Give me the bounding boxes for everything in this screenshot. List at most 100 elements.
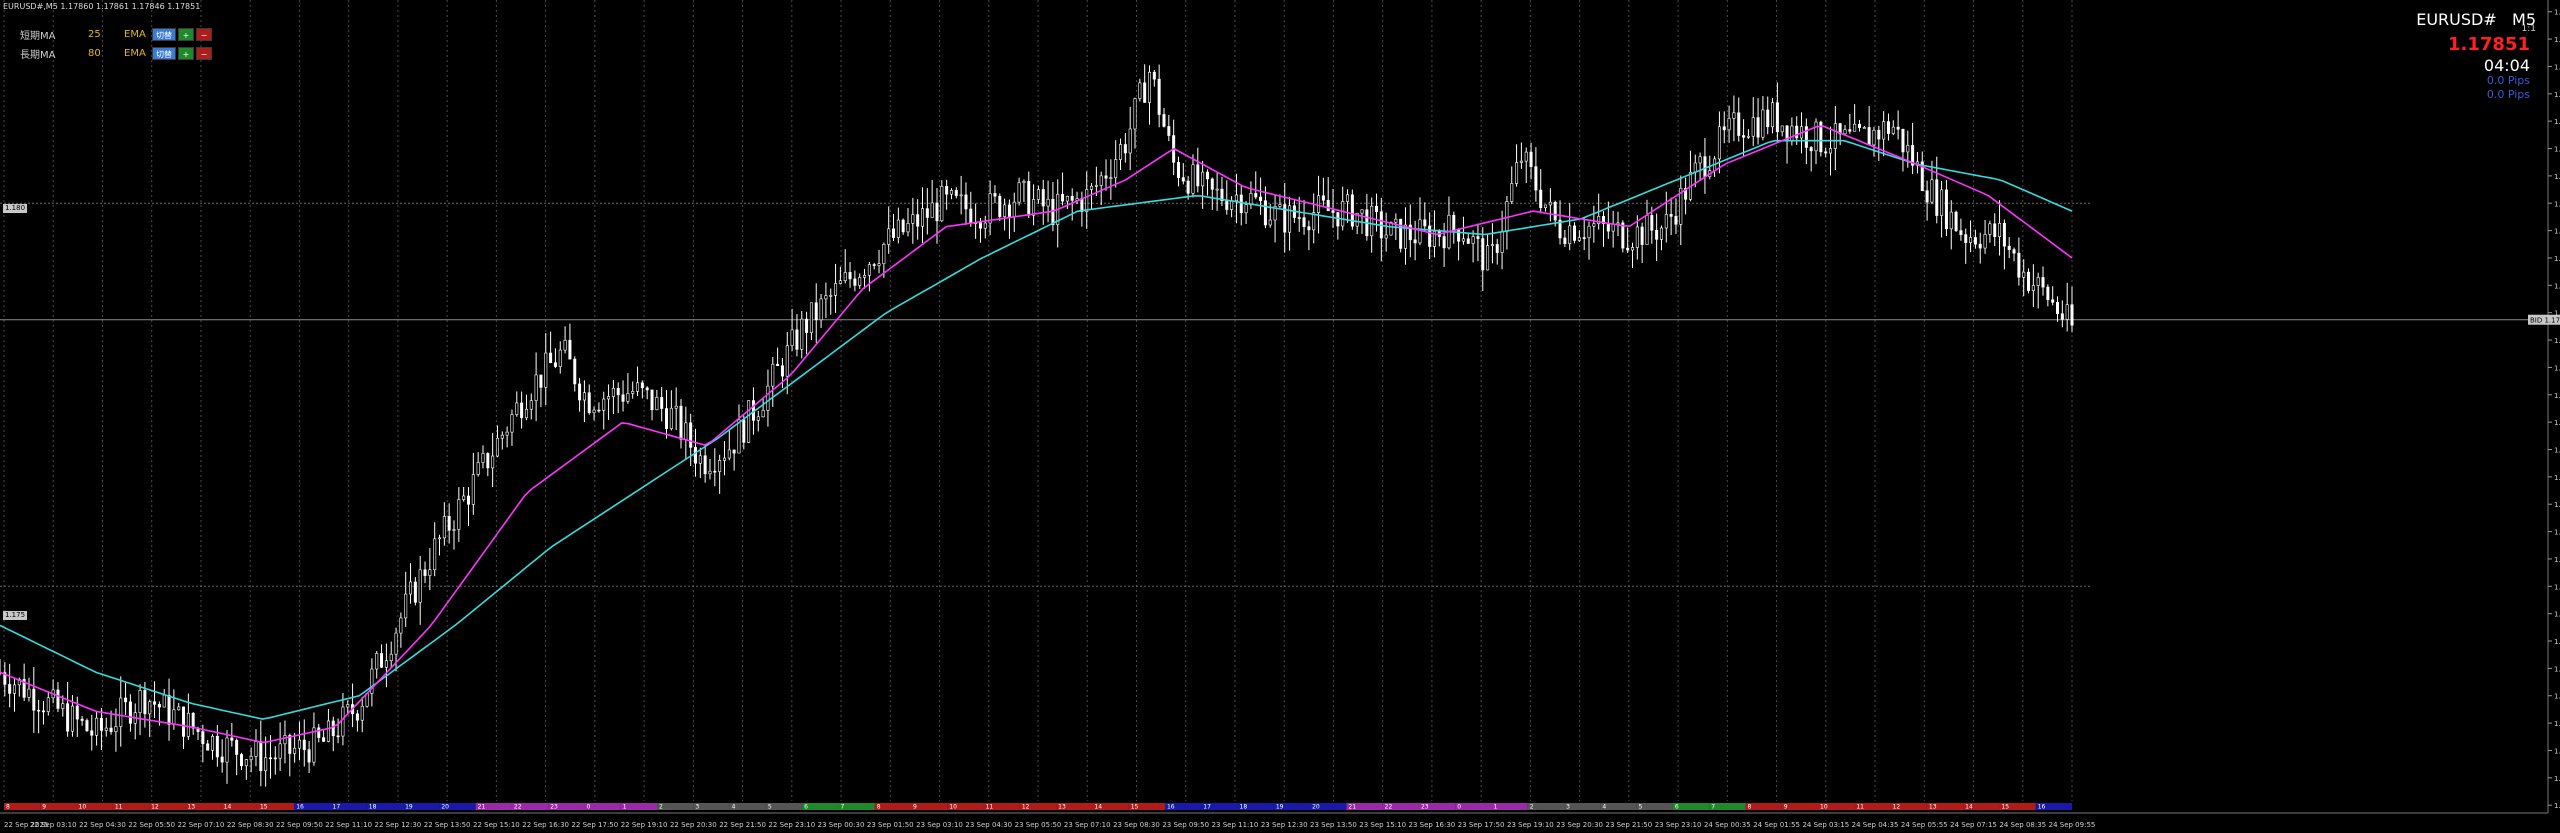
candle-body [766, 385, 770, 411]
candle-body [722, 457, 726, 461]
candle-body [1935, 179, 1939, 216]
time-tick-label: 23 Sep 11:10 [1212, 821, 1259, 829]
hour-label: 17 [333, 804, 341, 811]
price-tick-label: 1.18105 [2554, 118, 2560, 126]
candle-body [877, 263, 881, 266]
candle-body [838, 280, 842, 284]
candle-body [1901, 128, 1905, 153]
candle-body [718, 460, 722, 472]
session-hour-bar: 8 9 10 11 12 13 14 15 16 17 18 19 20 21 22 23 0 1 2 3 4 5 6 7 8 9… [4, 803, 2072, 811]
time-tick-label: 22 Sep 07:10 [178, 821, 225, 829]
candle-body [872, 264, 876, 266]
candle-body [466, 495, 470, 505]
price-tick-label: 1.18070 [2554, 146, 2560, 154]
price-tick-label: 1.17440 [2554, 638, 2560, 646]
candle-body [119, 697, 123, 727]
candle-body [341, 706, 345, 737]
chart-window[interactable]: 22 Sep 2025 22 Sep 03:10 22 Sep 04:30 22 Se… [0, 0, 2560, 833]
candle-body [1205, 171, 1209, 180]
candle-body [776, 363, 780, 367]
candle-body [544, 352, 548, 388]
candle-body [380, 653, 384, 668]
candle-body [1466, 238, 1470, 244]
level-label-high: 1.180 [3, 204, 28, 213]
candle-body [1524, 151, 1528, 162]
hour-label: 14 [1965, 804, 1973, 811]
candle-body [640, 382, 644, 389]
ma-row-long: 長期MA 80 EMA 切替 + − [20, 46, 214, 61]
time-tick-label: 22 Sep 05:50 [128, 821, 175, 829]
ma-decrease-button[interactable]: − [196, 46, 212, 60]
hour-label: 16 [1167, 804, 1175, 811]
ma-period[interactable]: 80 [88, 48, 124, 59]
candle-body [46, 697, 50, 712]
ma-increase-button[interactable]: + [178, 46, 194, 60]
price-chart[interactable]: 22 Sep 202522 Sep 03:10 22 Sep 04:30 22 Se… [0, 0, 2560, 833]
ma-row-short: 短期MA 25 EMA 切替 + − [20, 27, 214, 42]
candle-body [2060, 313, 2064, 320]
candle-body [1104, 175, 1108, 179]
candle-body [1481, 238, 1485, 271]
ma-decrease-button[interactable]: − [196, 27, 212, 41]
candle-body [235, 740, 239, 755]
candle-body [225, 737, 229, 763]
candle-body [1722, 126, 1726, 131]
candle-body [607, 396, 611, 400]
candle-body [703, 455, 707, 475]
candle-body [186, 712, 190, 737]
candle-body [61, 703, 65, 709]
candle-body [761, 410, 765, 418]
candle-body [1268, 219, 1272, 226]
hour-label: 9 [913, 804, 917, 811]
bid-price-tag: BID 1.17851 [2528, 314, 2560, 325]
hour-label: 22 [1385, 804, 1393, 811]
candle-body [1230, 200, 1234, 210]
candle-body [983, 222, 987, 229]
price-tick-label: 1.17405 [2554, 665, 2560, 673]
ma-toggle-button[interactable]: 切替 [152, 46, 176, 60]
candle-body [930, 202, 934, 218]
candle-body [1983, 234, 1987, 249]
hour-label: 19 [405, 804, 413, 811]
candle-body [394, 632, 398, 655]
candle-body [1476, 236, 1480, 239]
candle-body [1824, 151, 1828, 154]
level-label-low: 1.175 [3, 611, 28, 620]
candle-body [621, 394, 625, 402]
ma-increase-button[interactable]: + [178, 27, 194, 41]
candle-body [1853, 123, 1857, 132]
candle-body [2007, 245, 2011, 250]
symbol-name: EURUSD# [2416, 10, 2497, 29]
candle-body [756, 416, 760, 421]
price-tick-label: 1.18000 [2554, 200, 2560, 208]
candle-body [1133, 98, 1137, 130]
ma-period[interactable]: 25 [88, 29, 124, 40]
candle-body [1988, 223, 1992, 235]
candle-body [75, 705, 79, 720]
price-tick-label: 1.17510 [2554, 583, 2560, 591]
candle-body [1582, 237, 1586, 239]
ma-type[interactable]: EMA [124, 29, 152, 40]
candle-body [674, 405, 678, 409]
ma-toggle-button[interactable]: 切替 [152, 27, 176, 41]
candle-body [1717, 126, 1721, 160]
candle-body [326, 720, 330, 742]
hour-label: 9 [42, 804, 46, 811]
candle-body [834, 283, 838, 296]
candle-body [800, 318, 804, 350]
pips-readout: 0.0 Pips [2486, 88, 2530, 101]
chart-header: EURUSD#,M5 1.17860 1.17861 1.17846 1.178… [3, 2, 200, 11]
candle-body [1587, 225, 1591, 239]
hour-label: 23 [1421, 804, 1429, 811]
candle-body [1225, 200, 1229, 210]
candle-body [998, 195, 1002, 217]
candle-body [99, 717, 103, 731]
price-tick-label: 1.17790 [2554, 364, 2560, 372]
ma-type[interactable]: EMA [124, 48, 152, 59]
candle-body [1940, 189, 1944, 216]
candle-body [1857, 123, 1861, 128]
candle-body [1080, 198, 1084, 212]
time-tick-label: 23 Sep 04:30 [965, 821, 1012, 829]
hour-label: 20 [441, 804, 449, 811]
candle-body [978, 222, 982, 229]
